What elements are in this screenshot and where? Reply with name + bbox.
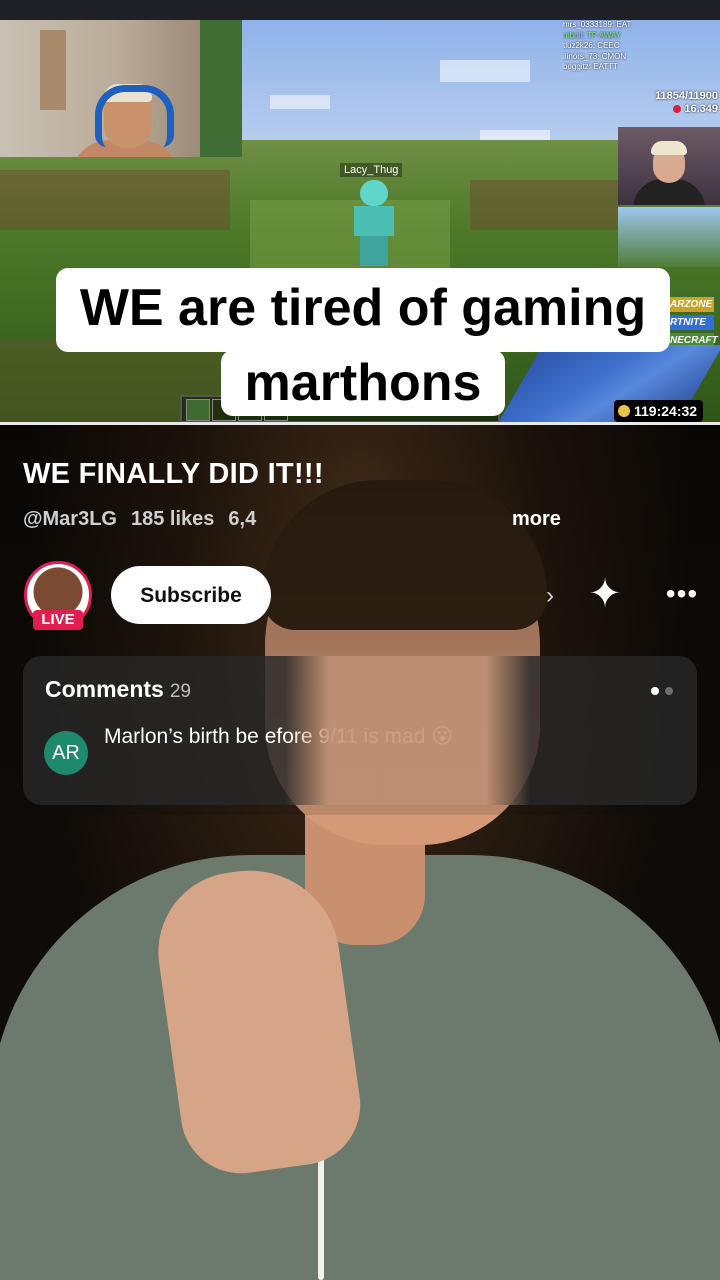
viewer-count: 11854/11900 xyxy=(654,90,718,102)
like-count: 185 likes xyxy=(130,508,215,530)
channel-handle[interactable]: @Mar3LG xyxy=(23,508,117,530)
more-options-icon[interactable]: ••• xyxy=(660,572,704,616)
stream-chat: mrs_0333189: EAT mbhit: TP AWAY tluz2k26… xyxy=(563,20,683,73)
comments-pager xyxy=(645,682,673,700)
comments-count: 29 xyxy=(169,681,191,702)
tag-warzone: ARZONE xyxy=(668,297,714,312)
video-meta: @Mar3LG 185 likes 6,4 xyxy=(23,508,270,531)
game-tags: ARZONE RTNITE NECRAFT xyxy=(668,297,718,351)
timer-value: 119:24:32 xyxy=(634,403,698,419)
gameplay-clip: mrs_0333189: EAT mbhit: TP AWAY tluz2k26… xyxy=(0,0,720,425)
view-count: 6,4 xyxy=(228,508,257,530)
chat-line: ilinors_73: CMON xyxy=(563,51,627,61)
video-title: WE FINALLY DID IT!!! xyxy=(23,458,324,490)
marathon-timer: 119:24:32 xyxy=(614,400,704,422)
chat-line: mrs_0333189: EAT xyxy=(563,20,632,29)
chevron-right-icon: › xyxy=(546,582,554,609)
minimap xyxy=(618,207,720,267)
more-link[interactable]: more xyxy=(512,508,561,531)
caption-line-1: WE are tired of gaming xyxy=(56,268,670,352)
chat-line: tluz2k26: CEEC xyxy=(563,41,620,50)
chat-line: boggitz: EATTT xyxy=(563,62,618,71)
caption-line-2: marthons xyxy=(221,350,505,416)
chat-line: mbhit: TP AWAY xyxy=(563,30,622,40)
player-nametag: Lacy_Thug xyxy=(340,163,403,177)
sparkle-icon[interactable]: ✦ xyxy=(583,572,627,616)
comments-header: Comments 29 xyxy=(45,676,191,703)
sub-count-row: 16.349 xyxy=(655,103,718,116)
subscribe-button[interactable]: Subscribe xyxy=(111,566,271,624)
person-occlusion xyxy=(285,656,530,805)
commenter-avatar: AR xyxy=(44,731,88,775)
live-badge: LIVE xyxy=(33,610,83,630)
clock-icon xyxy=(618,405,630,417)
comments-label: Comments xyxy=(45,676,164,702)
player-character xyxy=(348,180,400,266)
live-dot-icon xyxy=(673,105,682,114)
streamer-webcam-secondary xyxy=(618,127,720,205)
viewer-stats: 11854/11900 16.349 xyxy=(655,90,718,116)
comments-panel[interactable]: Comments 29 AR Marlon’s birth be efore 9/… xyxy=(23,656,697,805)
tag-fortnite: RTNITE xyxy=(668,315,714,330)
sub-count: 16.349 xyxy=(684,103,718,115)
reaction-video[interactable] xyxy=(0,425,720,1280)
stream-top-bar xyxy=(0,0,720,20)
streamer-webcam-main xyxy=(0,20,242,157)
